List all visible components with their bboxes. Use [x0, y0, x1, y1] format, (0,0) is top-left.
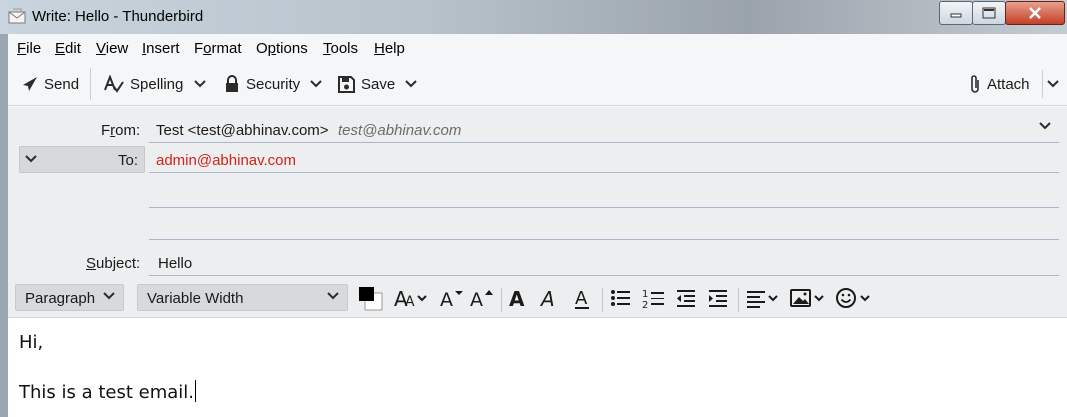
attach-dropdown[interactable]	[1046, 74, 1060, 94]
font-size-menu-icon[interactable]: A A	[394, 285, 430, 311]
svg-text:A: A	[470, 289, 483, 311]
insert-image-menu-icon[interactable]	[790, 285, 828, 311]
recipient-row-2[interactable]	[149, 207, 1059, 208]
menu-tools[interactable]: Tools	[323, 40, 358, 57]
close-icon	[1029, 7, 1041, 19]
menu-file[interactable]: File	[17, 40, 41, 57]
subject-field[interactable]: Hello	[158, 255, 192, 272]
svg-text:A: A	[575, 288, 588, 309]
send-label: Send	[44, 75, 80, 93]
subject-label: Subject:	[86, 255, 141, 272]
from-email-hint: test@abhinav.com	[338, 122, 462, 139]
save-button[interactable]: Save	[338, 72, 395, 96]
security-dropdown[interactable]	[309, 74, 323, 94]
text-color-picker[interactable]	[358, 285, 384, 311]
increase-font-size-icon[interactable]: A	[470, 285, 496, 311]
window-title: Write: Hello - Thunderbird	[32, 8, 204, 25]
numbered-list-icon[interactable]: 1 2	[642, 285, 666, 311]
bulleted-list-icon[interactable]	[610, 285, 632, 311]
title-bar: Write: Hello - Thunderbird	[0, 0, 1067, 34]
to-underline	[149, 172, 1059, 173]
outdent-icon[interactable]	[675, 285, 697, 311]
chevron-down-icon	[405, 80, 417, 88]
spelling-label: Spelling	[130, 75, 184, 93]
paragraph-format-select[interactable]: Paragraph	[15, 284, 124, 311]
bold-icon[interactable]: A	[508, 285, 530, 311]
lock-icon	[226, 75, 238, 92]
spelling-button[interactable]: Spelling	[104, 72, 183, 96]
chevron-down-icon	[25, 155, 37, 163]
security-button[interactable]: Security	[224, 72, 300, 96]
indent-icon[interactable]	[707, 285, 729, 311]
spelling-icon	[104, 75, 124, 93]
italic-icon[interactable]: A	[540, 285, 562, 311]
recipient-type-button[interactable]: To:	[19, 146, 145, 173]
svg-text:A: A	[509, 287, 525, 311]
subject-underline	[149, 275, 1059, 276]
from-underline	[149, 142, 1059, 143]
svg-text:2: 2	[642, 300, 648, 311]
underline-icon[interactable]: A	[572, 285, 594, 311]
message-headers: From: Test <test@abhinav.com> test@abhin…	[8, 107, 1067, 281]
toolbar-separator	[90, 68, 91, 100]
toolbar-separator	[1042, 70, 1043, 98]
body-line-1: Hi,	[19, 332, 44, 353]
recipient-row-3[interactable]	[149, 239, 1059, 240]
body-line-2-text: This is a test email.	[19, 382, 195, 403]
format-separator	[738, 288, 739, 312]
send-button[interactable]: Send	[22, 72, 79, 96]
security-label: Security	[246, 75, 301, 93]
send-icon	[23, 77, 37, 91]
attach-label: Attach	[987, 75, 1030, 93]
format-separator	[501, 288, 502, 312]
maximize-icon	[982, 7, 996, 19]
save-dropdown[interactable]	[404, 74, 418, 94]
compose-toolbar: Send Spelling Security Save Attach	[8, 62, 1067, 106]
text-caret	[195, 380, 197, 402]
chevron-down-icon	[1047, 80, 1059, 88]
attach-button[interactable]: Attach	[969, 72, 1030, 96]
paperclip-icon	[971, 75, 979, 93]
chevron-down-icon	[310, 80, 322, 88]
svg-text:1: 1	[642, 289, 648, 300]
from-identity[interactable]: Test <test@abhinav.com>	[156, 122, 329, 139]
maximize-button[interactable]	[972, 1, 1006, 25]
menu-insert[interactable]: Insert	[142, 40, 180, 57]
format-toolbar: Paragraph Variable Width A A A A A A A 1…	[8, 281, 1067, 318]
menu-help[interactable]: Help	[374, 40, 405, 57]
from-label: From:	[101, 122, 141, 139]
save-icon	[338, 75, 355, 93]
svg-text:A: A	[440, 289, 453, 311]
menu-format[interactable]: Format	[194, 40, 242, 57]
menu-edit[interactable]: Edit	[55, 40, 81, 57]
chevron-down-icon[interactable]	[1038, 121, 1052, 131]
format-separator	[602, 288, 603, 312]
alignment-menu-icon[interactable]	[746, 285, 780, 311]
emoji-menu-icon[interactable]	[836, 285, 874, 311]
chevron-down-icon	[103, 292, 115, 300]
compose-window: File Edit View Insert Format Options Too…	[8, 34, 1067, 417]
to-label: To:	[117, 152, 138, 169]
font-family-select[interactable]: Variable Width	[137, 284, 348, 311]
menu-view[interactable]: View	[96, 40, 128, 57]
chevron-down-icon	[327, 292, 339, 300]
chevron-down-icon	[194, 80, 206, 88]
paragraph-format-value: Paragraph	[25, 290, 96, 307]
decrease-font-size-icon[interactable]: A	[440, 285, 464, 311]
minimize-button[interactable]	[939, 1, 973, 25]
compose-app-icon	[8, 8, 26, 24]
message-body-editor[interactable]: Hi, This is a test email.	[8, 318, 1067, 417]
spelling-dropdown[interactable]	[193, 74, 207, 94]
body-line-2: This is a test email.	[19, 380, 197, 403]
minimize-icon	[950, 13, 962, 18]
svg-text:A: A	[405, 294, 415, 310]
to-recipient[interactable]: admin@abhinav.com	[156, 152, 296, 169]
save-label: Save	[361, 75, 396, 93]
menu-options[interactable]: Options	[256, 40, 308, 57]
menu-bar: File Edit View Insert Format Options Too…	[8, 34, 1067, 62]
close-button[interactable]	[1005, 1, 1065, 25]
font-family-value: Variable Width	[147, 290, 244, 307]
svg-text:A: A	[540, 287, 555, 311]
